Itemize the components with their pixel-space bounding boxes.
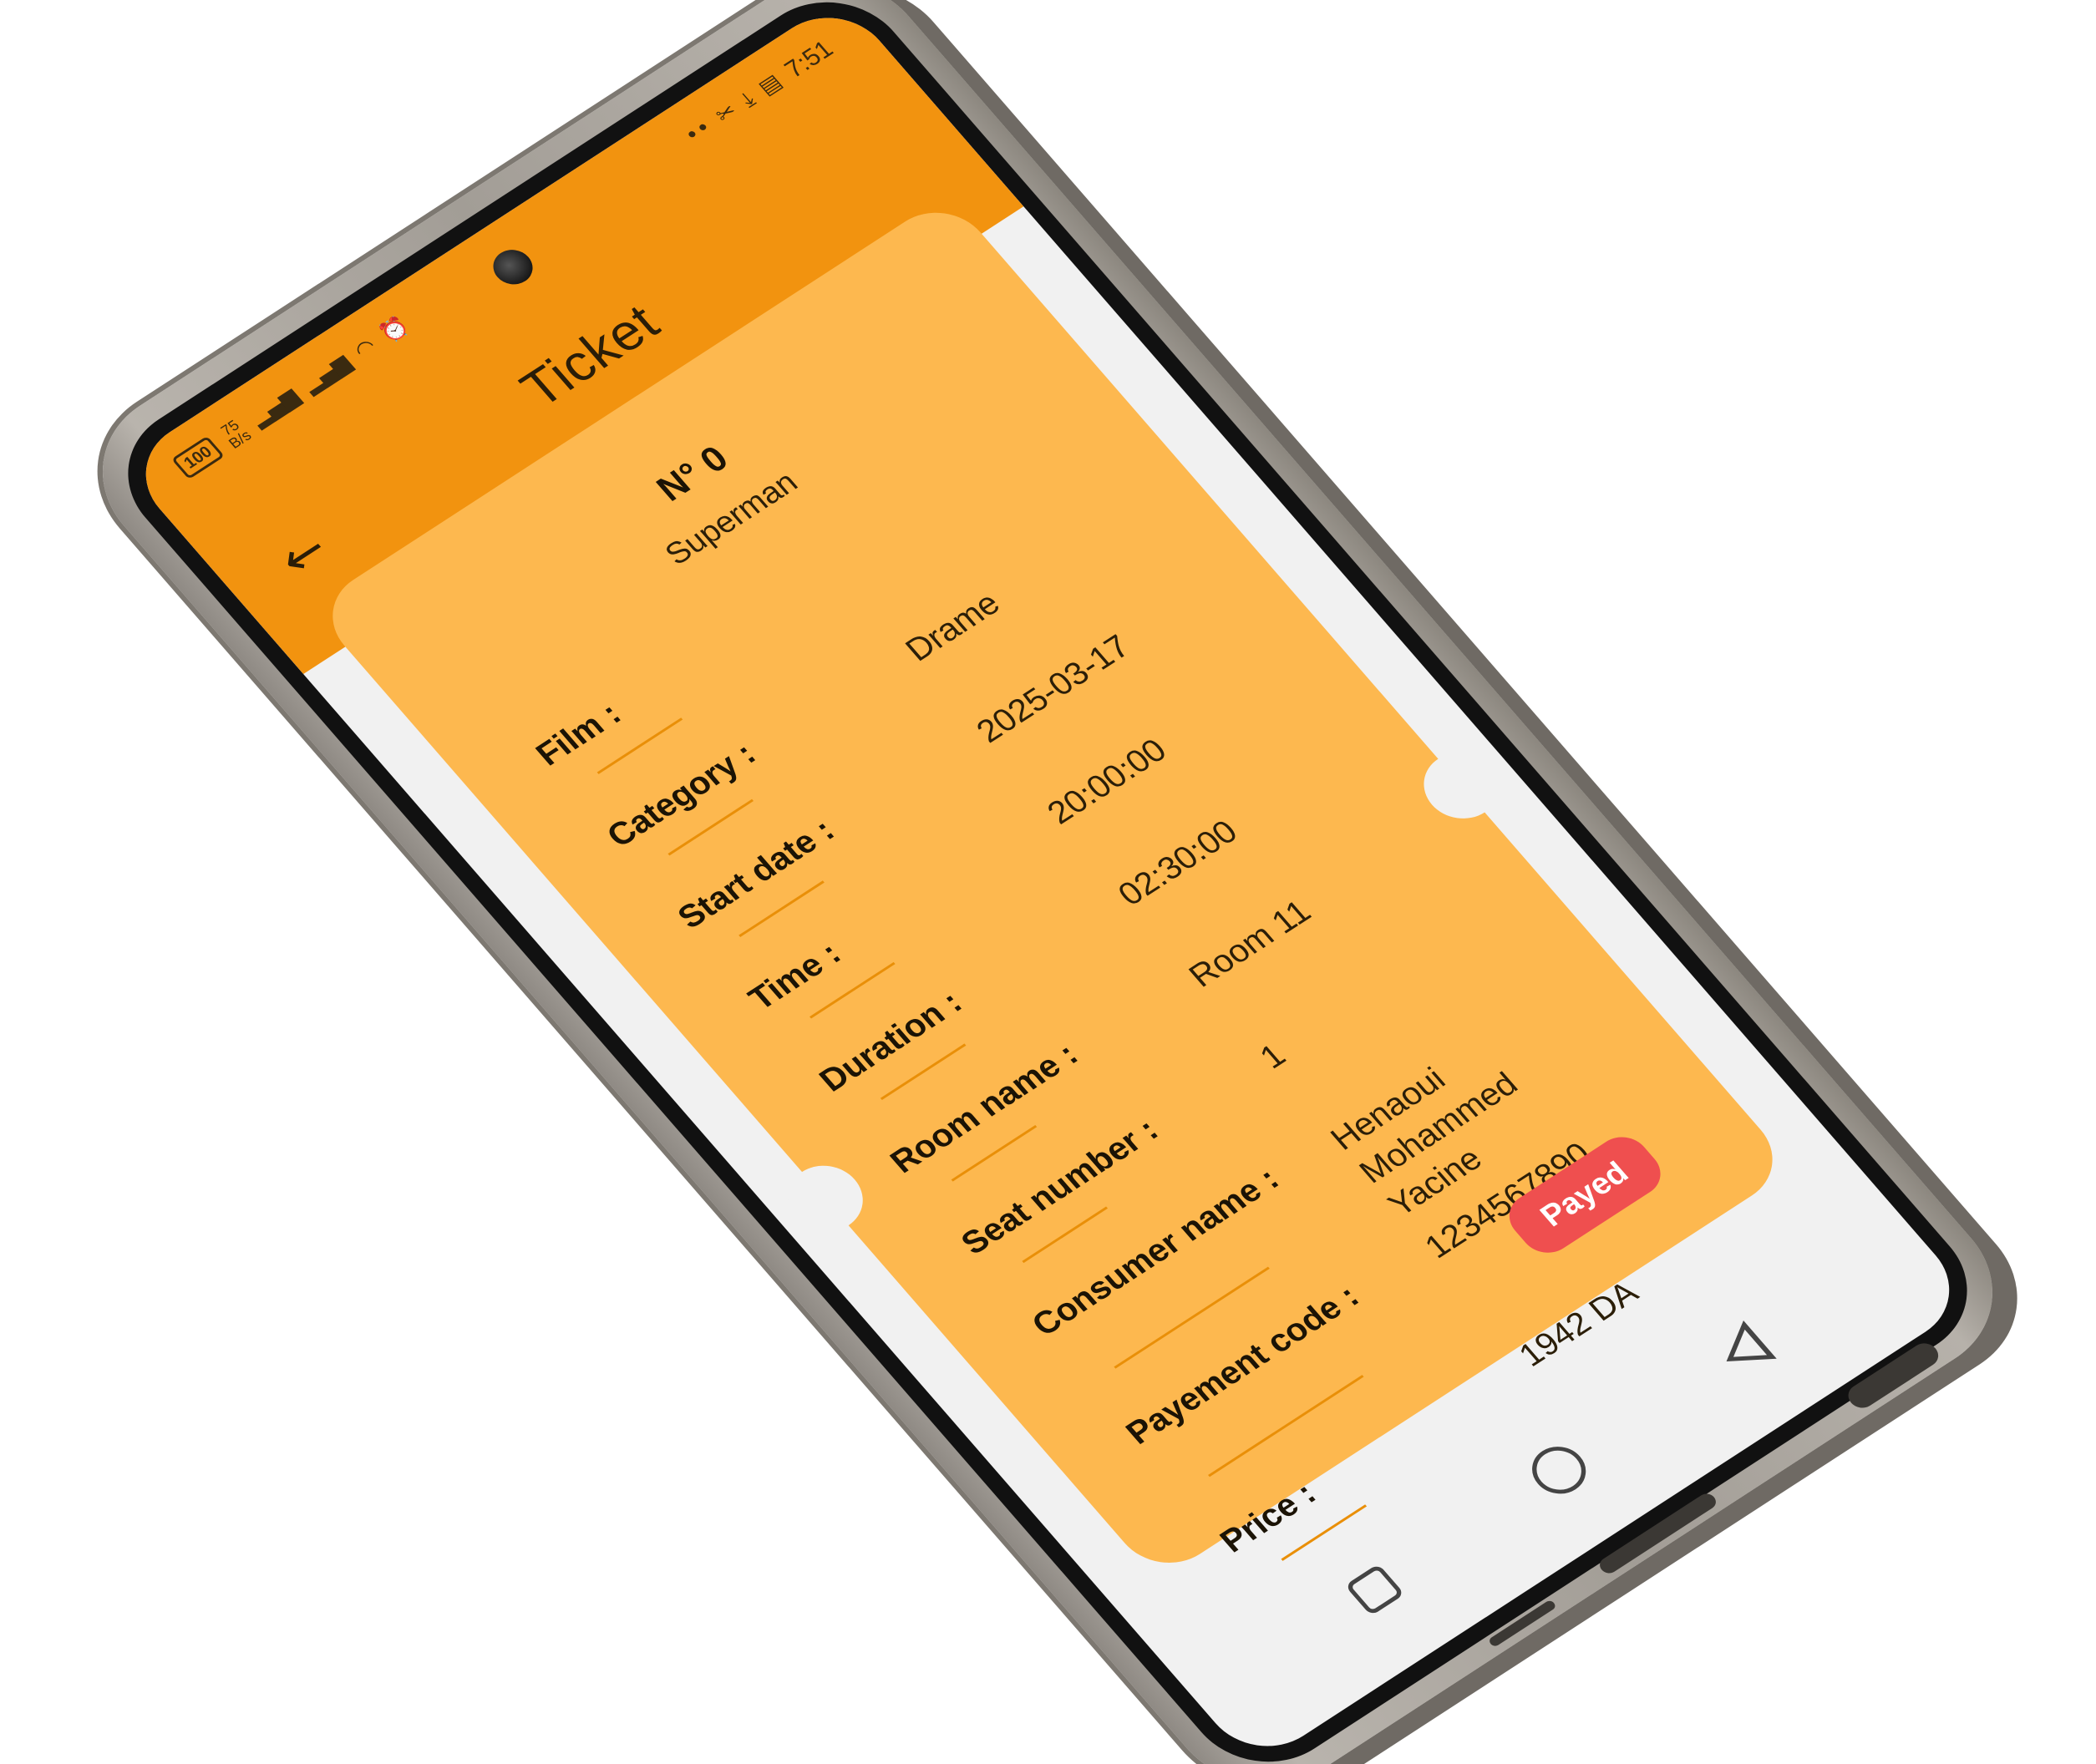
- nav-home-button[interactable]: [1503, 1421, 1616, 1519]
- circle-icon: [1521, 1437, 1597, 1503]
- alarm-icon: ⏰: [374, 312, 414, 347]
- signal-icon: ▂▄▆: [246, 384, 305, 431]
- wifi-icon: ◠: [349, 334, 383, 364]
- missed-call-icon: ✂: [710, 99, 743, 129]
- battery-icon: 100: [171, 435, 226, 480]
- ticket-notch-right: [1408, 739, 1515, 832]
- nav-back-button[interactable]: [1687, 1301, 1799, 1400]
- signal-icon-2: ▂▄▆: [297, 351, 357, 398]
- net-speed: 75 B/s: [216, 416, 254, 451]
- phone-frame: 100 75 B/s ▂▄▆ ▂▄▆ ◠ ⏰ •• ✂ ⤓ ▤ 7:51 ← T…: [63, 0, 2033, 1764]
- front-camera: [485, 243, 541, 291]
- square-icon: [1344, 1563, 1405, 1616]
- status-right: •• ✂ ⤓ ▤ 7:51: [678, 36, 840, 150]
- triangle-icon: [1709, 1320, 1777, 1381]
- download-icon: ⤓: [735, 87, 760, 112]
- status-time: 7:51: [779, 35, 839, 84]
- ticket-notch-left: [773, 1153, 879, 1245]
- news-icon: ▤: [753, 69, 788, 100]
- mockup-stage: 100 75 B/s ▂▄▆ ▂▄▆ ◠ ⏰ •• ✂ ⤓ ▤ 7:51 ← T…: [0, 0, 2096, 1764]
- nav-recent-button[interactable]: [1318, 1540, 1431, 1639]
- notification-dots-icon: ••: [679, 115, 718, 149]
